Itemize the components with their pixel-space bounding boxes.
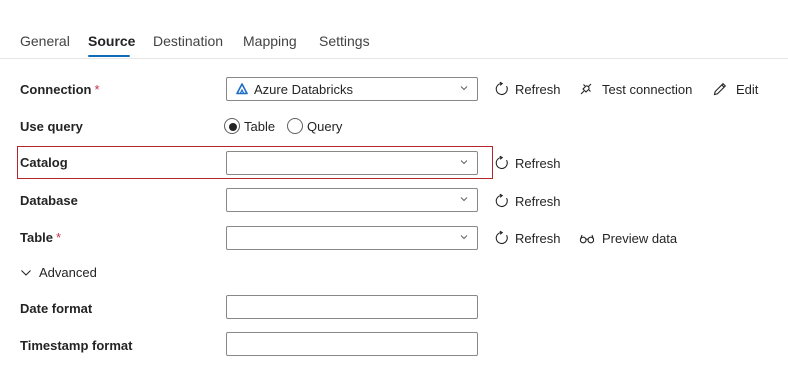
chevron-down-icon <box>460 86 468 91</box>
refresh-connection-button[interactable]: Refresh <box>494 81 561 98</box>
radio-selected-indicator <box>224 118 240 134</box>
timestamp-format-label: Timestamp format <box>20 338 133 353</box>
glasses-icon <box>579 234 595 244</box>
table-select[interactable] <box>226 226 478 250</box>
radio-unselected-indicator <box>287 118 303 134</box>
edit-connection-button[interactable]: Edit <box>712 82 760 98</box>
table-label: Table * <box>20 230 62 245</box>
refresh-icon <box>495 230 508 245</box>
database-label: Database <box>20 193 78 208</box>
preview-data-button[interactable]: Preview data <box>579 231 677 247</box>
advanced-toggle[interactable]: Advanced <box>20 265 100 281</box>
active-tab-indicator <box>88 55 130 57</box>
tab-destination[interactable]: Destination <box>153 33 223 49</box>
timestamp-format-input[interactable] <box>226 332 478 356</box>
tab-bar: General Source Destination Mapping Setti… <box>0 0 788 59</box>
plug-icon <box>580 83 592 95</box>
tab-mapping[interactable]: Mapping <box>243 33 297 49</box>
database-select[interactable] <box>226 188 478 212</box>
chevron-down-icon <box>460 197 468 202</box>
refresh-icon <box>495 81 508 96</box>
tab-settings[interactable]: Settings <box>319 33 370 49</box>
refresh-table-button[interactable]: Refresh <box>494 230 561 247</box>
tab-general[interactable]: General <box>20 33 70 49</box>
tab-source[interactable]: Source <box>88 33 135 49</box>
required-mark: * <box>56 230 62 245</box>
radio-query[interactable]: Query <box>287 118 343 134</box>
required-mark: * <box>94 82 100 97</box>
use-query-label: Use query <box>20 119 83 134</box>
date-format-input[interactable] <box>226 295 478 319</box>
test-connection-button[interactable]: Test connection <box>578 82 692 98</box>
refresh-icon <box>495 155 508 170</box>
refresh-catalog-button[interactable]: Refresh <box>494 155 561 172</box>
date-format-label: Date format <box>20 301 93 316</box>
chevron-down-icon <box>460 160 468 165</box>
pencil-icon <box>713 82 727 96</box>
chevron-down-icon <box>21 270 31 276</box>
azure-databricks-icon <box>236 83 248 95</box>
refresh-icon <box>495 193 508 208</box>
connection-select[interactable]: Azure Databricks <box>226 77 478 101</box>
catalog-label: Catalog <box>20 155 68 170</box>
refresh-database-button[interactable]: Refresh <box>494 193 561 210</box>
connection-value: Azure Databricks <box>254 82 353 97</box>
connection-label: Connection * <box>20 82 100 97</box>
catalog-select[interactable] <box>226 151 478 175</box>
radio-table[interactable]: Table <box>224 118 276 134</box>
chevron-down-icon <box>460 235 468 240</box>
